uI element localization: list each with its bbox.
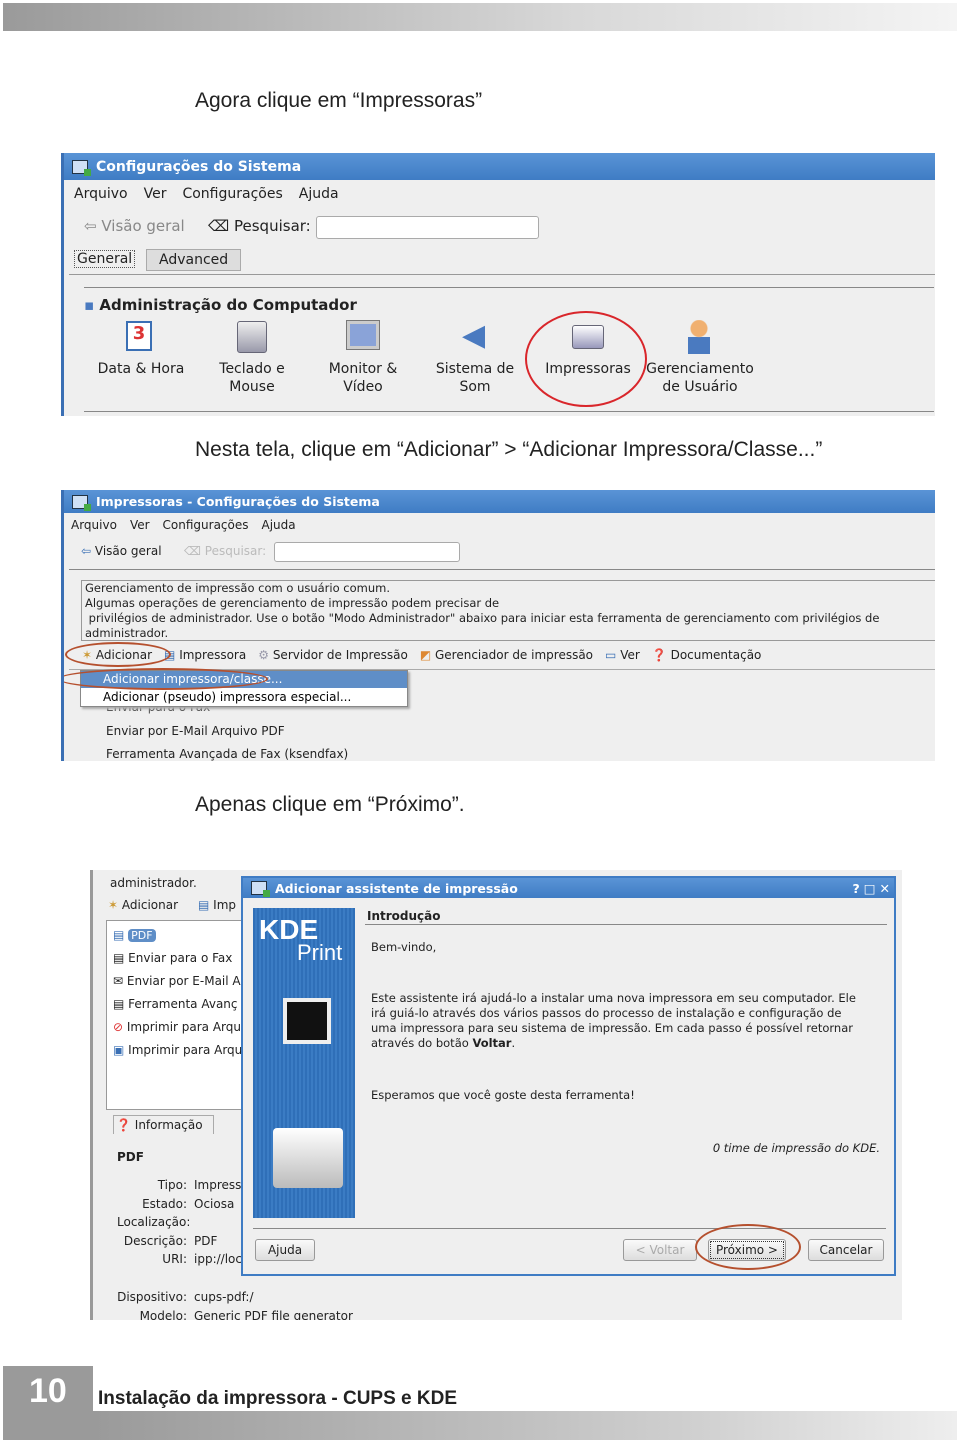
- tab-advanced[interactable]: Advanced: [146, 249, 242, 271]
- list-item[interactable]: ▣ Imprimir para Arqu: [113, 1043, 242, 1057]
- help-icon: ❓: [651, 648, 667, 662]
- toolbar-documentacao[interactable]: ❓ Documentação: [652, 648, 762, 662]
- maximize-icon[interactable]: □: [864, 881, 876, 896]
- toolbar-impressora[interactable]: ▤ Impressora: [164, 648, 246, 662]
- footer-band: [93, 1411, 957, 1440]
- menu-ajuda[interactable]: Ajuda: [299, 186, 339, 202]
- computer-illustration: [283, 998, 331, 1044]
- highlight-ring-dropdown: [64, 668, 268, 690]
- tab-informacao[interactable]: ❓ Informação: [113, 1115, 214, 1134]
- info-labels: Tipo: Estado: Localização: Descrição: URI:: [117, 1178, 191, 1266]
- tab-general[interactable]: General: [74, 250, 136, 268]
- back-button[interactable]: < Voltar: [623, 1239, 697, 1261]
- wizard-icon: ◩: [419, 648, 432, 662]
- help-icon[interactable]: ?: [852, 881, 859, 896]
- dialog-title: Adicionar assistente de impressão: [275, 880, 518, 896]
- wand-icon: ✶: [108, 898, 119, 912]
- item-monitor-video[interactable]: Monitor & Vídeo: [308, 360, 418, 396]
- search-label: ⌫ Pesquisar:: [208, 217, 311, 235]
- back-button[interactable]: ⇦ Visão geral: [81, 544, 162, 558]
- gear-icon: ⚙: [258, 648, 269, 662]
- window-title: Impressoras - Configurações do Sistema: [96, 494, 380, 509]
- menu-ver[interactable]: Ver: [144, 186, 167, 202]
- toolbar-adicionar[interactable]: ✶ Adicionar: [108, 898, 178, 912]
- screenshot-wizard: administrador. ✶ Adicionar ▤ Imp ▤ PDF ▤…: [90, 870, 902, 1320]
- list-item[interactable]: ⊘ Imprimir para Arqu: [113, 1020, 241, 1034]
- clear-icon: ⌫: [208, 217, 230, 235]
- search-input[interactable]: [316, 216, 539, 239]
- list-item-pdf[interactable]: PDF: [128, 929, 156, 942]
- item-teclado-mouse[interactable]: Teclado e Mouse: [197, 360, 307, 396]
- toolbar-ver[interactable]: ▭ Ver: [605, 648, 640, 662]
- help-button[interactable]: Ajuda: [255, 1239, 315, 1261]
- search-label: ⌫ Pesquisar:: [184, 544, 267, 558]
- list-item[interactable]: ▤ Ferramenta Avanç: [113, 997, 238, 1011]
- intro-heading: Introdução: [367, 909, 441, 923]
- item-sistema-som[interactable]: Sistema de Som: [420, 360, 530, 396]
- toolbar-gerenciador[interactable]: ◩ Gerenciador de impressão: [420, 648, 593, 662]
- info-box: Gerenciamento de impressão com o usuário…: [81, 580, 935, 641]
- window-icon: ▭: [605, 648, 617, 662]
- list-item[interactable]: Ferramenta Avançada de Fax (ksendfax): [106, 747, 348, 761]
- screenshot-system-settings: Configurações do Sistema Arquivo Ver Con…: [61, 153, 935, 416]
- computer-icon: ▪: [84, 296, 95, 314]
- section-title: ▪ Administração do Computador: [84, 296, 357, 314]
- toolbar-servidor[interactable]: ⚙ Servidor de Impressão: [258, 648, 408, 662]
- cancel-button[interactable]: Cancelar: [808, 1239, 884, 1261]
- list-item[interactable]: ✉ Enviar por E-Mail A: [113, 974, 241, 988]
- speaker-icon: ◀: [462, 318, 486, 353]
- arrow-left-icon: ⇦: [84, 217, 97, 235]
- info-values: Impress Ociosa PDF ipp://loc: [194, 1178, 242, 1266]
- page-number: 10: [3, 1366, 93, 1440]
- intro-body: Este assistente irá ajudá-lo a instalar …: [371, 991, 856, 1050]
- menu-ajuda[interactable]: Ajuda: [262, 518, 296, 532]
- keyboard-icon: [237, 321, 267, 353]
- caption-step3: Apenas clique em “Próximo”.: [195, 793, 465, 816]
- menu-configuracoes[interactable]: Configurações: [182, 186, 282, 202]
- user-icon: [688, 320, 710, 354]
- highlight-ring-next: [695, 1224, 801, 1270]
- list-item[interactable]: ▤ Enviar para o Fax: [113, 951, 232, 965]
- search-input[interactable]: [274, 542, 460, 562]
- highlight-ring-adicionar: [65, 642, 171, 667]
- printer-illustration: [273, 1128, 343, 1188]
- back-button[interactable]: ⇦ Visão geral: [84, 217, 185, 235]
- chapter-title: Instalação da impressora - CUPS e KDE: [98, 1388, 458, 1409]
- menu-item-adicionar-pseudo[interactable]: Adicionar (pseudo) impressora especial..…: [81, 688, 407, 706]
- wizard-dialog: Adicionar assistente de impressão ? □ ✕ KD…: [241, 876, 896, 1276]
- printer-icon: ▤: [113, 928, 125, 942]
- caption-step1: Agora clique em “Impressoras”: [195, 89, 483, 112]
- app-icon: [72, 159, 91, 176]
- menu-ver[interactable]: Ver: [130, 518, 150, 532]
- menu-configuracoes[interactable]: Configurações: [163, 518, 249, 532]
- item-gerenciamento-usuario[interactable]: Gerenciamento de Usuário: [645, 360, 755, 396]
- monitor-icon: [346, 320, 380, 350]
- item-data-hora[interactable]: Data & Hora: [86, 360, 196, 378]
- help-icon: ❓: [116, 1118, 131, 1132]
- calendar-icon: 3: [126, 321, 152, 351]
- printer-icon: ▤: [198, 898, 210, 912]
- clear-icon: ⌫: [184, 544, 201, 558]
- kde-print-banner: KDE Print: [253, 908, 355, 1218]
- screenshot-printers: Impressoras - Configurações do Sistema A…: [61, 490, 935, 761]
- list-item[interactable]: Enviar por E-Mail Arquivo PDF: [106, 724, 285, 738]
- arrow-left-icon: ⇦: [81, 544, 92, 558]
- window-title: Configurações do Sistema: [96, 158, 302, 175]
- menu-arquivo[interactable]: Arquivo: [74, 186, 128, 202]
- caption-step2: Nesta tela, clique em “Adicionar” > “Adi…: [195, 438, 823, 461]
- close-icon[interactable]: ✕: [880, 881, 890, 896]
- menu-arquivo[interactable]: Arquivo: [71, 518, 117, 532]
- header-band: [3, 3, 957, 31]
- highlight-circle: [525, 311, 647, 407]
